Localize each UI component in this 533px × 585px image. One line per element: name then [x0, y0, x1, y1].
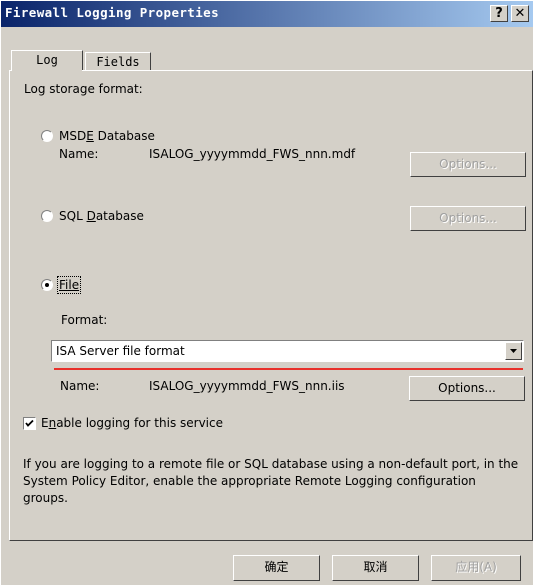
file-name-label: Name:: [60, 379, 100, 393]
ok-button[interactable]: 确定: [233, 555, 320, 581]
enable-logging-label: Enable logging for this service: [41, 416, 223, 430]
file-options-button[interactable]: Options...: [409, 376, 525, 401]
format-select[interactable]: ISA Server file format: [51, 340, 524, 362]
sql-radio[interactable]: [41, 210, 53, 222]
window-title: Firewall Logging Properties: [5, 5, 219, 20]
format-dropdown-button[interactable]: [505, 342, 522, 360]
chevron-down-icon: [510, 349, 517, 353]
format-select-value: ISA Server file format: [56, 344, 185, 358]
enable-logging-checkbox[interactable]: [23, 417, 36, 430]
msde-label: MSDE Database: [59, 129, 155, 143]
msde-radio[interactable]: [41, 130, 53, 142]
format-label: Format:: [61, 313, 108, 327]
msde-options-button[interactable]: Options...: [410, 152, 526, 177]
checkmark-icon: [25, 419, 34, 427]
dialog-window: Firewall Logging Properties ? ✕ Log Fiel…: [0, 0, 533, 585]
tab-fields[interactable]: Fields: [85, 52, 151, 71]
remote-logging-note: If you are logging to a remote file or S…: [23, 457, 519, 505]
sql-label: SQL Database: [59, 209, 144, 223]
msde-name-value: ISALOG_yyyymmdd_FWS_nnn.mdf: [149, 147, 356, 161]
file-radio[interactable]: [41, 279, 53, 291]
msde-name-label: Name:: [59, 147, 99, 161]
title-bar[interactable]: Firewall Logging Properties ? ✕: [1, 1, 533, 27]
file-label: File: [56, 276, 82, 294]
log-storage-label: Log storage format:: [24, 82, 143, 96]
apply-button[interactable]: 应用(A): [431, 555, 521, 581]
cancel-button[interactable]: 取消: [332, 555, 419, 581]
close-button[interactable]: ✕: [511, 5, 529, 22]
file-name-value: ISALOG_yyyymmdd_FWS_nnn.iis: [149, 379, 345, 393]
sql-options-button[interactable]: Options...: [410, 206, 526, 231]
help-button[interactable]: ?: [490, 5, 508, 22]
annotation-underline: [54, 368, 523, 370]
